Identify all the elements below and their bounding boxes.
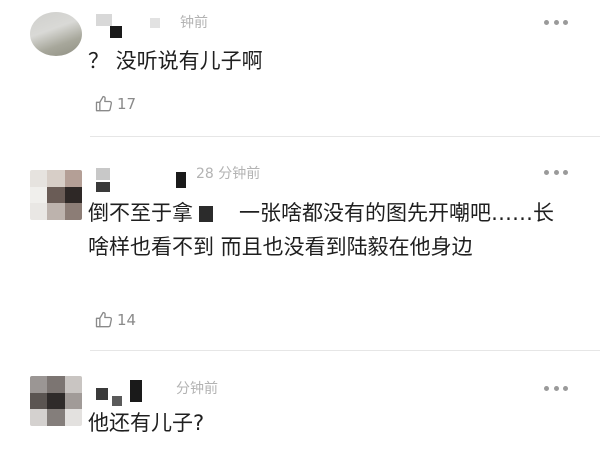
username-redacted [96, 182, 110, 192]
avatar[interactable] [30, 12, 82, 56]
comment-text: 倒不至于拿 一张啥都没有的图先开嘲吧……长啥样也看不到 而且也没看到陆毅在他身边 [88, 196, 558, 264]
like-button[interactable]: 14 [94, 308, 136, 332]
comment-time: 分钟前 [176, 381, 218, 397]
avatar[interactable] [30, 170, 82, 220]
divider [90, 350, 600, 351]
divider [90, 136, 600, 137]
more-dots-icon[interactable] [544, 20, 568, 26]
username-redacted [96, 168, 110, 180]
comment-time: 钟前 [180, 15, 208, 31]
username-redacted [176, 172, 186, 188]
comment-text-part: 倒不至于拿 [88, 201, 193, 225]
username-redacted [130, 380, 142, 402]
like-button[interactable]: 17 [94, 92, 136, 116]
thumbs-up-icon [94, 94, 114, 114]
username-redacted [110, 26, 122, 38]
comment-text: ？ 没听说有儿子啊 [88, 49, 263, 73]
redacted-name-block [199, 206, 213, 222]
more-dots-icon[interactable] [544, 386, 568, 392]
like-count: 14 [117, 311, 137, 329]
thumbs-up-icon [94, 310, 114, 330]
avatar[interactable] [30, 376, 82, 426]
like-count: 17 [117, 95, 137, 113]
username-redacted [150, 18, 160, 28]
comment-text: 他还有儿子? [88, 411, 205, 435]
username-redacted [96, 388, 108, 400]
more-dots-icon[interactable] [544, 170, 568, 176]
username-redacted [96, 14, 112, 26]
username-redacted [112, 396, 122, 406]
comment-time: 28 分钟前 [196, 166, 261, 182]
